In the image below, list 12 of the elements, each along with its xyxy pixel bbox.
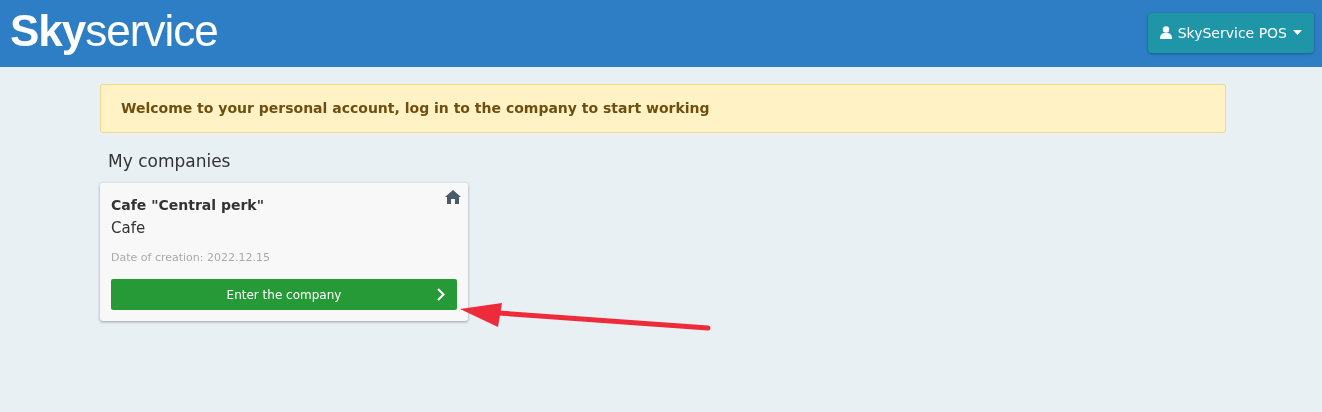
caret-icon (1293, 30, 1302, 35)
chevron-right-icon (437, 288, 445, 301)
section-title: My companies (108, 151, 232, 171)
user-menu-button[interactable]: SkyService POS (1147, 12, 1314, 53)
enter-company-button[interactable]: Enter the company (111, 279, 457, 310)
user-icon (1159, 26, 1172, 39)
company-name: Cafe "Central perk" (111, 197, 265, 213)
welcome-alert: Welcome to your personal account, log in to the company to start working (100, 84, 1226, 133)
creation-date: Date of creation: 2022.12.15 (111, 251, 271, 264)
logo[interactable]: Skyservice (10, 5, 218, 56)
company-type: Cafe (111, 219, 147, 237)
home-icon (445, 190, 461, 204)
